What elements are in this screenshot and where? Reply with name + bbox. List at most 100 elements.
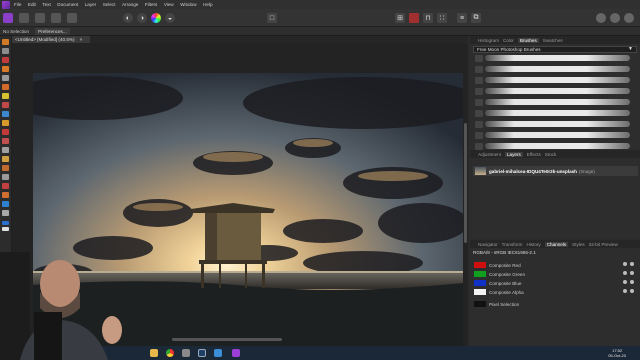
artistic-text-tool-icon[interactable] [2,210,9,216]
force-pixel-alignment-icon[interactable]: ∷ [437,13,447,23]
menu-layer[interactable]: Layer [85,2,97,7]
rectangle-tool-icon[interactable] [2,201,9,207]
flood-select-tool-icon[interactable] [2,84,9,90]
system-clock[interactable]: 17:52 05-Oct-20 [608,348,626,358]
view-tool-icon[interactable] [2,48,9,54]
auto-white-balance-icon[interactable]: ◒ [165,13,175,23]
brush-thumbnail[interactable] [475,132,483,139]
view-mode-icon[interactable] [624,13,634,23]
tab-histogram[interactable]: Histogram [478,38,499,43]
brush-stroke-preview[interactable] [485,66,630,72]
brush-thumbnail[interactable] [475,143,483,150]
freehand-selection-tool-icon[interactable] [2,102,9,108]
channel-row-green[interactable]: Composite Green [473,270,638,278]
chrome-icon[interactable] [166,349,174,357]
channel-row-red[interactable]: Composite Red [473,261,638,269]
channel-row-blue[interactable]: Composite Blue [473,279,638,287]
visibility-icon[interactable] [623,262,627,266]
brush-thumbnail[interactable] [475,99,483,106]
move-tool-icon[interactable] [2,39,9,45]
auto-contrast-icon[interactable]: ◑ [137,13,147,23]
menu-file[interactable]: File [14,2,21,7]
menu-arrange[interactable]: Arrange [122,2,138,7]
menu-edit[interactable]: Edit [28,2,36,7]
selection-brush-tool-icon[interactable] [2,75,9,81]
arrange-icon[interactable]: ⧉ [471,13,481,23]
brush-thumbnail[interactable] [475,66,483,73]
edit-channel-icon[interactable] [630,289,634,293]
document-tab[interactable]: <Untitled> [Modified] (40.5%) × [12,36,91,43]
brush-stroke-preview[interactable] [485,77,630,83]
brush-stroke-preview[interactable] [485,88,630,94]
marquee-tool-icon[interactable] [2,93,9,99]
undo-history-icon[interactable] [610,13,620,23]
assistant-manager-icon[interactable] [409,13,419,23]
visibility-icon[interactable] [623,280,627,284]
tab-effects[interactable]: Effects [527,152,541,157]
brush-category-dropdown[interactable]: Free Moon Photoshop Brushes ▼ [473,46,637,53]
menu-view[interactable]: View [164,2,174,7]
tab-adjustment[interactable]: Adjustment [478,152,501,157]
brush-thumbnail[interactable] [475,77,483,84]
brush-stroke-preview[interactable] [485,121,630,127]
settings-icon[interactable] [182,349,190,357]
export-persona-icon[interactable] [67,13,77,23]
inpainting-brush-tool-icon[interactable] [2,165,9,171]
photos-icon[interactable] [214,349,222,357]
channel-row-alpha[interactable]: Composite Alpha [473,288,638,296]
layer-row[interactable]: gabriel-mihalcea-IDQU4Te0r2k-unsplash (I… [473,166,638,176]
pen-tool-icon[interactable] [2,183,9,189]
tab-channels[interactable]: Channels [544,241,569,247]
tab-history[interactable]: History [526,242,540,247]
tab-swatches[interactable]: Swatches [543,38,563,43]
snapping-icon[interactable]: ⊓ [423,13,433,23]
paint-brush-tool-icon[interactable] [2,66,9,72]
brush-stroke-preview[interactable] [485,99,630,105]
menu-help[interactable]: Help [203,2,212,7]
brush-stroke-preview[interactable] [485,132,630,138]
menu-text[interactable]: Text [42,2,50,7]
tab-layers[interactable]: Layers [504,151,523,157]
visibility-icon[interactable] [623,271,627,275]
tab-navigator[interactable]: Navigator [478,242,498,247]
insert-behind-icon[interactable]: ⊞ [395,13,405,23]
edit-channel-icon[interactable] [630,262,634,266]
color-picker-tool-icon[interactable] [2,111,9,117]
preferences-button[interactable]: Preferences... [35,27,70,35]
vertical-scrollbar[interactable] [464,123,467,243]
edit-channel-icon[interactable] [630,280,634,284]
brush-stroke-preview[interactable] [485,110,630,116]
blur-brush-tool-icon[interactable] [2,156,9,162]
channel-row-pixel-selection[interactable]: Pixel Selection [473,300,638,308]
red-eye-tool-icon[interactable] [2,174,9,180]
tab-color[interactable]: Color [503,38,514,43]
tab-32-bit-preview[interactable]: 32-bit Preview [589,242,618,247]
auto-colors-icon[interactable] [151,13,161,23]
menu-select[interactable]: Select [103,2,116,7]
secondary-color-swatch[interactable] [2,227,9,231]
liquify-persona-icon[interactable] [19,13,29,23]
tab-transform[interactable]: Transform [502,242,523,247]
menu-document[interactable]: Document [57,2,78,7]
tone-mapping-persona-icon[interactable] [51,13,61,23]
flood-fill-tool-icon[interactable] [2,120,9,126]
clone-brush-tool-icon[interactable] [2,138,9,144]
menu-filters[interactable]: Filters [145,2,158,7]
horizontal-scrollbar[interactable] [172,338,282,341]
dodge-brush-tool-icon[interactable] [2,147,9,153]
primary-color-swatch[interactable] [2,221,9,225]
studio-toggle-icon[interactable] [596,13,606,23]
edit-channel-icon[interactable] [630,271,634,275]
tab-brushes[interactable]: Brushes [517,37,539,43]
photo-persona-icon[interactable] [3,13,13,23]
brush-stroke-preview[interactable] [485,55,630,61]
affinity-photo-logo-icon[interactable] [2,0,10,9]
brush-stroke-preview[interactable] [485,143,630,149]
brush-thumbnail[interactable] [475,110,483,117]
node-tool-icon[interactable] [2,192,9,198]
steam-icon[interactable] [198,349,206,357]
gradient-tool-icon[interactable] [2,129,9,135]
auto-levels-icon[interactable]: ◐ [123,13,133,23]
explorer-icon[interactable] [150,349,158,357]
affinity-photo-icon[interactable] [232,349,240,357]
